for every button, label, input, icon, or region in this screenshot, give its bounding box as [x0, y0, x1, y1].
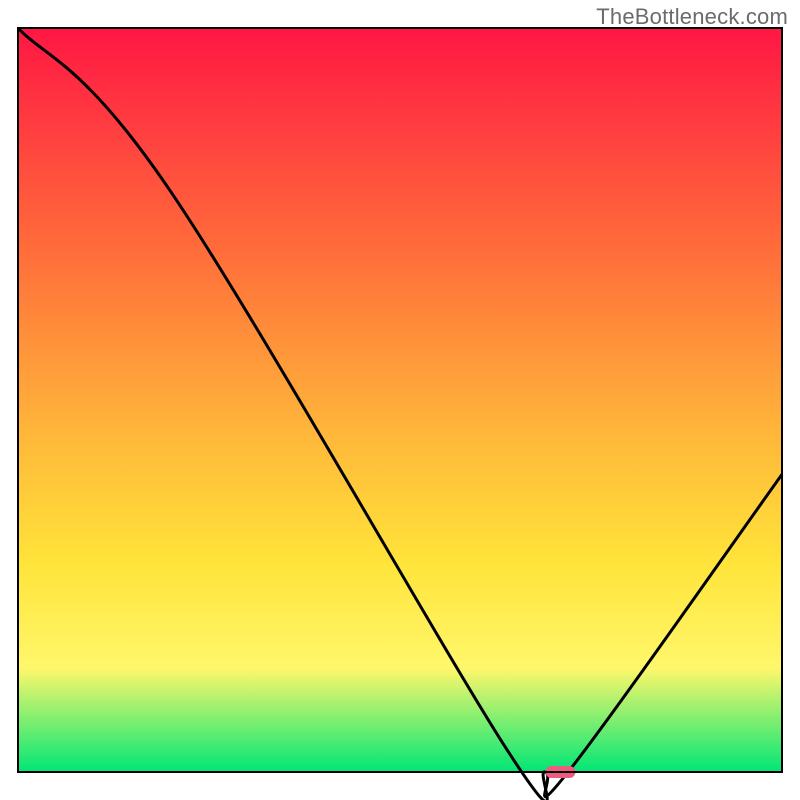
watermark-text: TheBottleneck.com [596, 4, 788, 30]
bottleneck-chart [0, 0, 800, 800]
